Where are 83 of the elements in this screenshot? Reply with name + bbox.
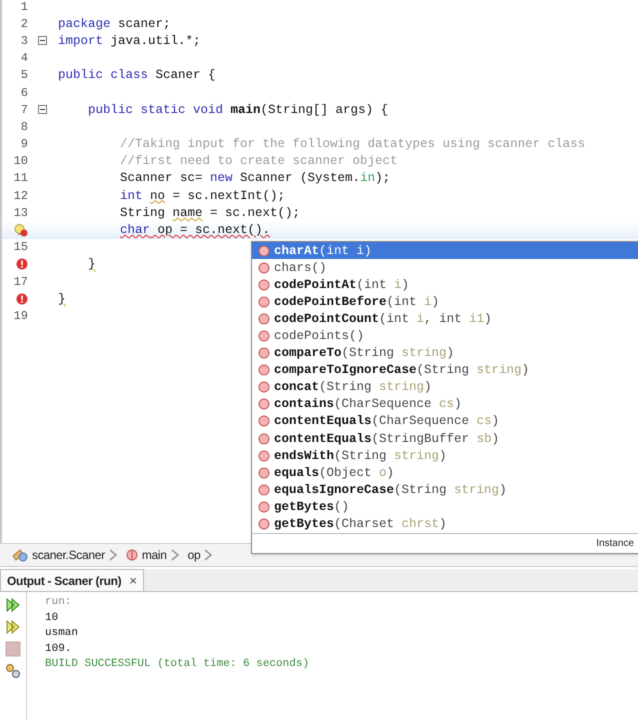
method-icon	[258, 296, 270, 308]
code-line: public static void main(String[] args) {	[87, 102, 388, 117]
method-icon	[258, 312, 270, 325]
completion-item[interactable]: contentEquals(StringBuffer sb)	[252, 430, 638, 448]
line-number: 7	[20, 102, 28, 117]
output-line: 10	[45, 612, 60, 626]
output-line: run:	[45, 596, 72, 610]
completion-item[interactable]: codePointAt(int i)	[252, 276, 638, 294]
completion-item[interactable]: codePointBefore(int i)	[252, 293, 638, 310]
code-line: //Taking input for the following datatypes using scanner class	[119, 137, 586, 152]
completion-item[interactable]: concat(String string)	[252, 378, 638, 396]
line-number: 10	[14, 154, 28, 168]
line-number: 1	[20, 0, 28, 14]
line-number: 8	[20, 120, 28, 134]
chevron-icon	[170, 549, 180, 561]
code-line: package scaner;	[58, 16, 171, 31]
code-line: public class Scaner {	[58, 68, 216, 82]
method-icon	[258, 500, 270, 513]
code-line: import java.util.*;	[58, 34, 201, 48]
method-icon	[258, 484, 270, 496]
chevron-icon	[204, 549, 214, 561]
class-icon	[12, 548, 28, 562]
method-icon	[258, 415, 270, 428]
completion-item[interactable]: equals(Object o)	[252, 464, 638, 482]
method-icon	[258, 278, 270, 291]
line-number: 3	[20, 34, 28, 48]
chevron-icon	[108, 549, 118, 561]
completion-item[interactable]: contains(CharSequence cs)	[252, 396, 638, 413]
line-number: 17	[14, 274, 28, 289]
completion-item[interactable]: codePointCount(int i, int i1)	[252, 310, 638, 328]
line-number: 4	[20, 51, 28, 66]
method-icon	[258, 330, 270, 342]
line-number: 9	[20, 137, 28, 152]
line-number: 15	[14, 240, 28, 254]
completion-item[interactable]: equalsIgnoreCase(String string)	[252, 481, 638, 498]
completion-item[interactable]: charAt(int i)	[252, 242, 638, 260]
completion-item[interactable]: compareTo(String string)	[252, 344, 638, 362]
method-icon	[126, 549, 138, 561]
code-line: String name = sc.next();	[119, 206, 300, 220]
code-line: //first need to create scanner object	[119, 154, 398, 168]
code-line: }	[58, 292, 66, 306]
line-number: 5	[20, 68, 28, 82]
method-icon	[258, 244, 270, 257]
completion-item[interactable]: chars()	[252, 259, 638, 276]
close-button[interactable]: ×	[129, 573, 137, 588]
method-icon	[258, 262, 270, 274]
completion-item[interactable]: contentEquals(CharSequence cs)	[252, 412, 638, 430]
method-icon	[258, 364, 270, 376]
output-tab[interactable]: Output - Scaner (run) ×	[0, 569, 144, 591]
completion-item[interactable]: endsWith(String string)	[252, 447, 638, 464]
completion-item[interactable]: codePoints()	[252, 327, 638, 345]
code-line: char op = sc.next().	[119, 223, 270, 238]
line-number: 2	[20, 16, 28, 31]
output-line: BUILD SUCCESSFUL (total time: 6 seconds)	[45, 658, 310, 672]
breadcrumb-item[interactable]: scaner.Scaner	[32, 548, 105, 562]
method-icon	[258, 518, 270, 530]
line-number: 12	[14, 188, 28, 203]
completion-item[interactable]: getBytes(Charset chrst)	[252, 516, 638, 533]
popup-footer-text: Instance	[596, 538, 634, 549]
line-number: 11	[14, 171, 28, 186]
code-line: int no = sc.nextInt();	[119, 188, 286, 203]
method-icon	[258, 450, 270, 462]
method-icon	[258, 398, 270, 410]
line-number: 19	[14, 308, 28, 323]
method-icon	[258, 432, 270, 445]
completion-item[interactable]: getBytes()	[252, 498, 638, 516]
line-number: 13	[14, 206, 28, 220]
breadcrumb-item[interactable]: op	[188, 548, 200, 562]
rerun-icon[interactable]	[5, 597, 21, 613]
breadcrumb-item[interactable]: main	[142, 548, 167, 562]
lightbulb-error-icon[interactable]	[14, 224, 28, 237]
rerun-icon[interactable]	[5, 619, 21, 635]
code-line: Scanner sc= new Scanner (System.in);	[119, 171, 390, 186]
collapse-icon[interactable]	[38, 105, 47, 114]
completion-item[interactable]: compareToIgnoreCase(String string)	[252, 362, 638, 379]
code-line: }	[87, 257, 96, 272]
collapse-icon[interactable]	[38, 36, 47, 46]
method-icon	[258, 466, 270, 479]
output-line: 109.	[45, 642, 72, 656]
method-icon	[258, 381, 270, 394]
output-line: usman	[45, 627, 80, 641]
line-number: 6	[20, 86, 28, 100]
method-icon	[258, 347, 270, 360]
